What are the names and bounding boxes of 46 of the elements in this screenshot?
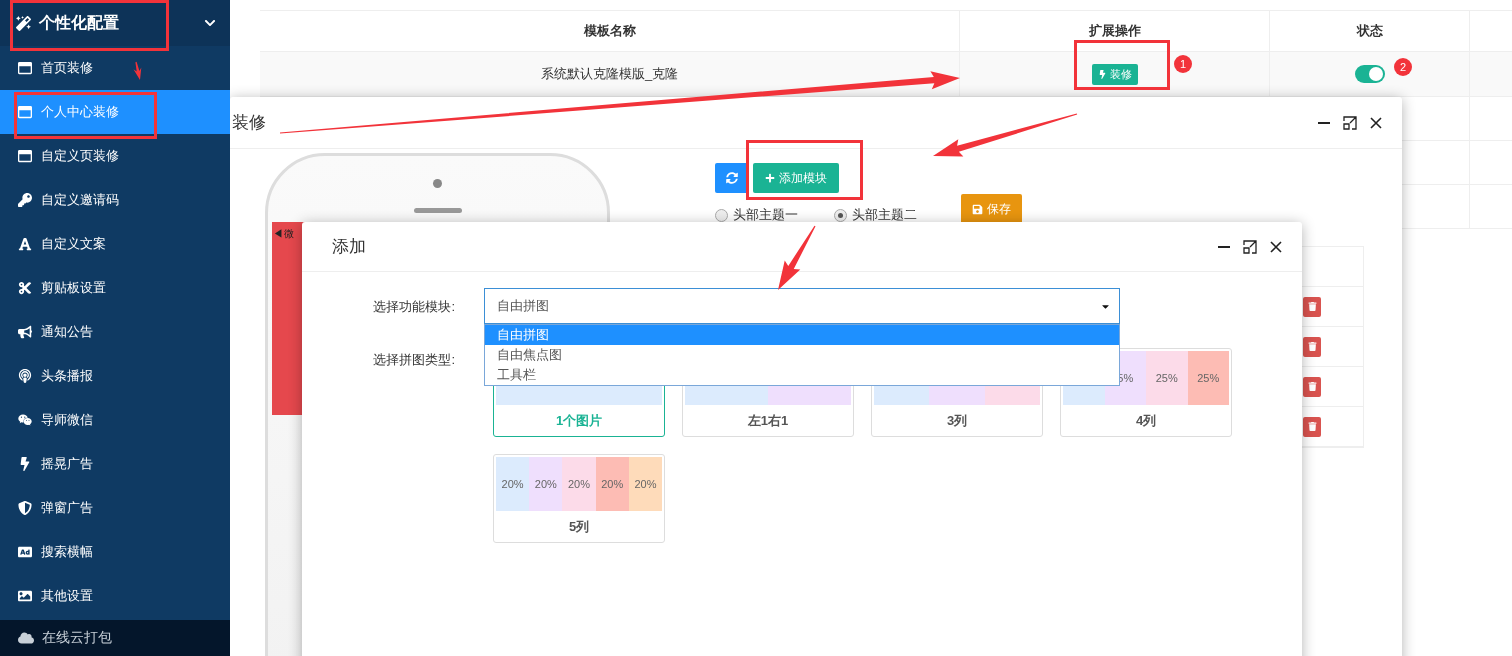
- radio-label: 头部主题一: [733, 206, 798, 224]
- column-header: 模板名称: [260, 10, 960, 52]
- sidebar-item-label: 头条播报: [41, 367, 93, 385]
- layout-cell: 25%: [1187, 351, 1229, 405]
- layout-cell: 25%: [1146, 351, 1188, 405]
- layout-cell: 20%: [529, 457, 563, 511]
- sidebar-item-label: 自定义邀请码: [41, 191, 119, 209]
- column-header: 扩展操作: [960, 10, 1270, 52]
- layout-cell: 20%: [628, 457, 662, 511]
- sidebar-item[interactable]: 头条播报: [0, 354, 230, 398]
- module-select[interactable]: 自由拼图: [484, 288, 1120, 324]
- sidebar-item[interactable]: 其他设置: [0, 574, 230, 618]
- sidebar-item-label: 弹窗广告: [41, 499, 93, 517]
- sidebar-item-label: 其他设置: [41, 587, 93, 605]
- sidebar-item-label: 搜索横幅: [41, 543, 93, 561]
- sidebar-item-label: 通知公告: [41, 323, 93, 341]
- sidebar-item[interactable]: 剪贴板设置: [0, 266, 230, 310]
- sidebar-item[interactable]: 通知公告: [0, 310, 230, 354]
- sidebar-item[interactable]: 导师微信: [0, 398, 230, 442]
- sidebar-footer-label[interactable]: 在线云打包: [42, 629, 112, 647]
- dialog-title: 装修: [232, 112, 267, 134]
- sidebar-item[interactable]: 搜索横幅: [0, 530, 230, 574]
- table-cell: 系统默认克隆模版_克隆: [260, 52, 960, 97]
- field-label: 选择拼图类型:: [372, 351, 455, 369]
- sidebar-item-label: 首页装修: [41, 59, 93, 77]
- sidebar-item[interactable]: 首页装修: [0, 46, 230, 90]
- sidebar-item-label: 自定义页装修: [41, 147, 119, 165]
- sidebar-item[interactable]: 弹窗广告: [0, 486, 230, 530]
- sidebar-item-label: 摇晃广告: [41, 455, 93, 473]
- layout-cell: 20%: [595, 457, 629, 511]
- column-header: 状态: [1270, 10, 1470, 52]
- sidebar-item[interactable]: 自定义邀请码: [0, 178, 230, 222]
- status-text: ◀ 微: [273, 228, 293, 239]
- sidebar-item-label: 个人中心装修: [41, 103, 119, 121]
- sidebar-item[interactable]: 自定义页装修: [0, 134, 230, 178]
- sidebar-item[interactable]: 自定义文案: [0, 222, 230, 266]
- sidebar-item-label: 自定义文案: [41, 235, 106, 253]
- dialog-title: 添加: [332, 236, 367, 258]
- sidebar-item-label: 剪贴板设置: [41, 279, 106, 297]
- field-label: 选择功能模块:: [372, 298, 455, 316]
- radio-label: 头部主题二: [852, 206, 917, 224]
- layout-cell: 20%: [562, 457, 596, 511]
- sidebar-item-label: 导师微信: [41, 411, 93, 429]
- layout-cell: 20%: [496, 457, 530, 511]
- layout-card[interactable]: 20% 20% 20% 20% 20% 5列: [493, 454, 665, 543]
- sidebar-item[interactable]: 摇晃广告: [0, 442, 230, 486]
